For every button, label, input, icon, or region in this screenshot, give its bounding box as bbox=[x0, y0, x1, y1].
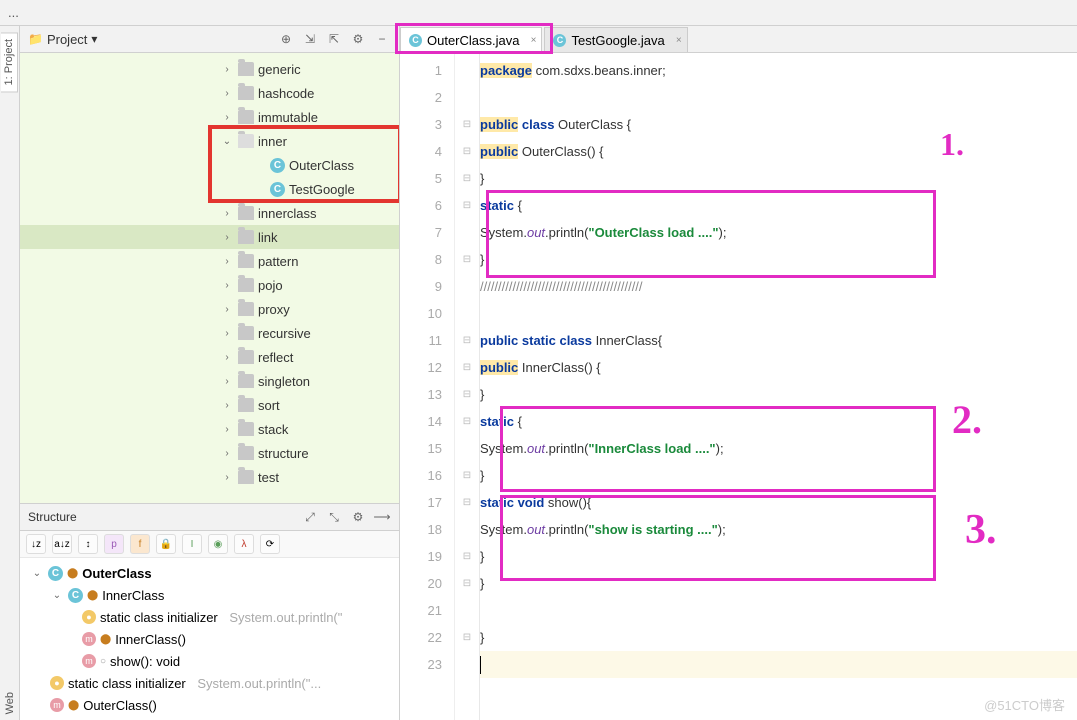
structure-toolbar: ↓z a↓z ↕ p f 🔒 I ◉ λ ⟳ bbox=[20, 531, 399, 558]
structure-outer-ctor[interactable]: m⬤ OuterClass() bbox=[26, 694, 393, 716]
watermark: @51CTO博客 bbox=[984, 695, 1065, 714]
collapse-all-icon[interactable]: ⤡ bbox=[325, 508, 343, 526]
vtab-web[interactable]: Web bbox=[2, 686, 18, 720]
structure-innerclass[interactable]: ⌄C⬤ InnerClass bbox=[26, 584, 393, 606]
sort-alpha-icon[interactable]: a↓z bbox=[52, 534, 72, 554]
minimize-icon[interactable]: − bbox=[373, 30, 391, 48]
show-lambda-icon[interactable]: λ bbox=[234, 534, 254, 554]
structure-panel: Structure ⤢ ⤡ ⚙ ⟶ ↓z a↓z ↕ p f 🔒 I ◉ λ ⟳ bbox=[20, 503, 399, 720]
show-fields-icon[interactable]: f bbox=[130, 534, 150, 554]
show-properties-icon[interactable]: p bbox=[104, 534, 124, 554]
tree-item-reflect[interactable]: ›reflect bbox=[20, 345, 399, 369]
structure-gear-icon[interactable]: ⚙ bbox=[349, 508, 367, 526]
breadcrumb-text: ... bbox=[8, 5, 19, 20]
tree-item-singleton[interactable]: ›singleton bbox=[20, 369, 399, 393]
editor-area: COuterClass.java× CTestGoogle.java× 1. 2… bbox=[400, 26, 1077, 720]
target-icon[interactable]: ⊕ bbox=[277, 30, 295, 48]
breadcrumb-bar: ... bbox=[0, 0, 1077, 26]
tree-item-recursive[interactable]: ›recursive bbox=[20, 321, 399, 345]
tab-testgoogle[interactable]: CTestGoogle.java× bbox=[544, 27, 687, 52]
expand-all-icon[interactable]: ⤢ bbox=[301, 508, 319, 526]
show-anon-icon[interactable]: ◉ bbox=[208, 534, 228, 554]
close-icon[interactable]: × bbox=[531, 35, 537, 46]
tree-item-link[interactable]: ›link bbox=[20, 225, 399, 249]
vtab-project[interactable]: 1: Project bbox=[1, 32, 18, 92]
fold-gutter[interactable]: ⊟⊟⊟ ⊟⊟ ⊟⊟⊟⊟ ⊟⊟⊟⊟ ⊟ bbox=[455, 53, 480, 720]
tree-item-test[interactable]: ›test bbox=[20, 465, 399, 489]
annotation-3: 3. bbox=[965, 506, 997, 554]
tree-item-proxy[interactable]: ›proxy bbox=[20, 297, 399, 321]
structure-outerclass[interactable]: ⌄C⬤ OuterClass bbox=[26, 562, 393, 584]
tree-item-generic[interactable]: ›generic bbox=[20, 57, 399, 81]
structure-outer-static-init[interactable]: ● static class initializer System.out.pr… bbox=[26, 672, 393, 694]
tree-item-pattern[interactable]: ›pattern bbox=[20, 249, 399, 273]
structure-hide-icon[interactable]: ⟶ bbox=[373, 508, 391, 526]
tree-item-hashcode[interactable]: ›hashcode bbox=[20, 81, 399, 105]
project-panel-title[interactable]: 📁 Project ▾ bbox=[28, 32, 97, 47]
show-inherited-icon[interactable]: I bbox=[182, 534, 202, 554]
tree-item-innerclass[interactable]: ›innerclass bbox=[20, 201, 399, 225]
sort-type-icon[interactable]: ↕ bbox=[78, 534, 98, 554]
line-numbers: 12345 678910 1112131415 1617181920 21222… bbox=[400, 53, 455, 720]
structure-title: Structure bbox=[28, 510, 77, 524]
code-lines[interactable]: package com.sdxs.beans.inner; public cla… bbox=[480, 53, 1077, 720]
tree-item-pojo[interactable]: ›pojo bbox=[20, 273, 399, 297]
tab-outerclass[interactable]: COuterClass.java× bbox=[400, 27, 542, 52]
autoscroll-icon[interactable]: ⟳ bbox=[260, 534, 280, 554]
project-panel-header: 📁 Project ▾ ⊕ ⇲ ⇱ ⚙ − bbox=[20, 26, 399, 53]
annotation-1: 1. bbox=[940, 126, 964, 163]
structure-tree[interactable]: ⌄C⬤ OuterClass ⌄C⬤ InnerClass ● static c… bbox=[20, 558, 399, 720]
structure-inner-ctor[interactable]: m⬤ InnerClass() bbox=[26, 628, 393, 650]
sort-visibility-icon[interactable]: ↓z bbox=[26, 534, 46, 554]
close-icon[interactable]: × bbox=[676, 35, 682, 46]
expand-icon[interactable]: ⇲ bbox=[301, 30, 319, 48]
structure-show-method[interactable]: m○ show(): void bbox=[26, 650, 393, 672]
structure-inner-static-init[interactable]: ● static class initializer System.out.pr… bbox=[26, 606, 393, 628]
tree-item-sort[interactable]: ›sort bbox=[20, 393, 399, 417]
editor-tab-bar: COuterClass.java× CTestGoogle.java× bbox=[400, 26, 1077, 53]
tree-item-structure[interactable]: ›structure bbox=[20, 441, 399, 465]
tree-item-inner[interactable]: ⌄inner bbox=[20, 129, 399, 153]
annotation-2: 2. bbox=[952, 396, 982, 443]
project-tree[interactable]: ›generic ›hashcode ›immutable ⌄inner COu… bbox=[20, 53, 399, 503]
tree-item-stack[interactable]: ›stack bbox=[20, 417, 399, 441]
code-body[interactable]: 12345 678910 1112131415 1617181920 21222… bbox=[400, 53, 1077, 720]
left-tool-gutter: 1: Project Web bbox=[0, 26, 20, 720]
tree-item-testgoogle-file[interactable]: CTestGoogle bbox=[20, 177, 399, 201]
gear-icon[interactable]: ⚙ bbox=[349, 30, 367, 48]
tree-item-immutable[interactable]: ›immutable bbox=[20, 105, 399, 129]
show-nonpublic-icon[interactable]: 🔒 bbox=[156, 534, 176, 554]
collapse-icon[interactable]: ⇱ bbox=[325, 30, 343, 48]
tree-item-outerclass-file[interactable]: COuterClass bbox=[20, 153, 399, 177]
